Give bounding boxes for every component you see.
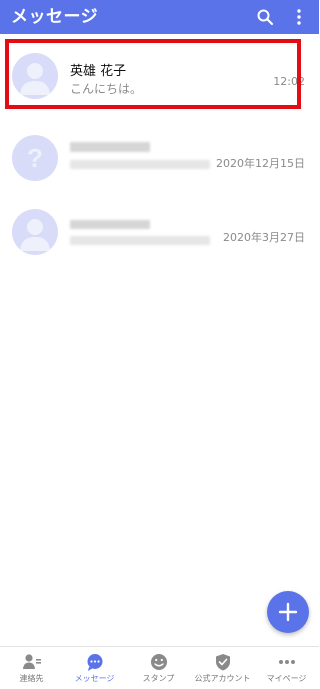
blurred-message-preview bbox=[70, 160, 210, 169]
nav-label: 公式アカウント bbox=[194, 674, 251, 683]
bottom-navigation: 連絡先 メッセージ スタンプ 公式アカウント マイページ bbox=[0, 646, 319, 689]
app-bar: メッセージ bbox=[0, 0, 319, 34]
search-icon[interactable] bbox=[256, 8, 274, 26]
new-message-button[interactable] bbox=[267, 591, 309, 633]
nav-label: スタンプ bbox=[142, 674, 175, 683]
nav-item-stamps[interactable]: スタンプ bbox=[127, 647, 190, 689]
nav-item-official-accounts[interactable]: 公式アカウント bbox=[191, 647, 254, 689]
nav-label: マイページ bbox=[266, 674, 307, 683]
more-horizontal-icon bbox=[279, 660, 295, 664]
person-icon bbox=[20, 63, 50, 95]
blurred-contact-name bbox=[70, 142, 150, 152]
person-icon bbox=[20, 219, 50, 251]
message-time: 2020年12月15日 bbox=[216, 157, 305, 170]
message-item[interactable]: ? 2020年12月15日 bbox=[0, 120, 319, 204]
question-icon: ? bbox=[27, 143, 43, 173]
avatar: ? bbox=[12, 135, 58, 181]
page-title: メッセージ bbox=[11, 7, 99, 27]
svg-text:?: ? bbox=[27, 143, 43, 173]
smiley-icon bbox=[151, 654, 167, 670]
message-time: 2020年3月27日 bbox=[223, 231, 305, 244]
message-preview: こんにちは。 bbox=[70, 82, 143, 96]
blurred-contact-name bbox=[70, 220, 150, 229]
contacts-icon bbox=[23, 654, 41, 669]
avatar bbox=[12, 209, 58, 255]
nav-item-contacts[interactable]: 連絡先 bbox=[0, 647, 63, 689]
blurred-message-preview bbox=[70, 236, 210, 245]
contact-name: 英雄 花子 bbox=[70, 64, 127, 79]
message-item[interactable]: 2020年3月27日 bbox=[0, 194, 319, 278]
nav-item-my-page[interactable]: マイページ bbox=[255, 647, 318, 689]
message-time: 12:02 bbox=[273, 75, 305, 88]
avatar bbox=[12, 53, 58, 99]
message-item[interactable]: 英雄 花子 こんにちは。 12:02 bbox=[0, 38, 319, 122]
nav-label: メッセージ bbox=[74, 674, 115, 683]
shield-check-icon bbox=[216, 654, 230, 671]
nav-label: 連絡先 bbox=[19, 674, 44, 683]
chat-icon bbox=[87, 654, 103, 671]
plus-icon bbox=[278, 602, 298, 622]
more-vertical-icon[interactable] bbox=[290, 8, 308, 26]
nav-item-messages[interactable]: メッセージ bbox=[63, 647, 126, 689]
